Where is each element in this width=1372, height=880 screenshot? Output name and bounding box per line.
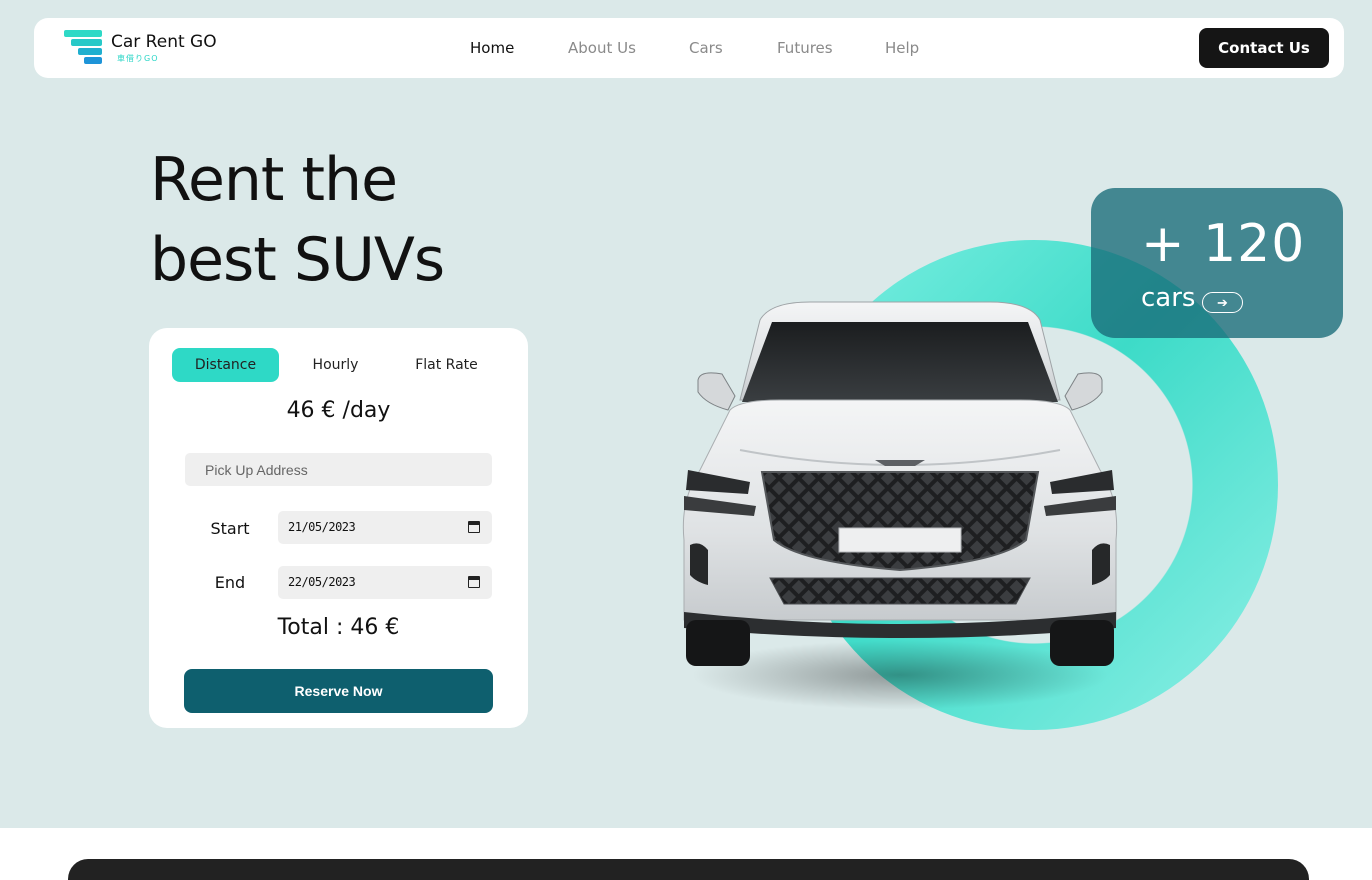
hero-title-line-2: best SUVs xyxy=(150,225,445,295)
dark-panel xyxy=(68,859,1309,880)
start-date-value: 21/05/2023 xyxy=(288,520,356,534)
tab-hourly[interactable]: Hourly xyxy=(282,348,389,382)
logo-icon xyxy=(64,30,104,68)
nav-home[interactable]: Home xyxy=(470,39,514,57)
nav-about-us[interactable]: About Us xyxy=(568,39,636,57)
arrow-right-icon[interactable]: ➔ xyxy=(1202,292,1243,313)
tab-flat-rate[interactable]: Flat Rate xyxy=(393,348,500,382)
nav-futures[interactable]: Futures xyxy=(777,39,833,57)
navbar: Car Rent GO 車借りGO Home About Us Cars Fut… xyxy=(34,18,1344,78)
reserve-now-button[interactable]: Reserve Now xyxy=(184,669,493,713)
hero-title: Rent the best SUVs xyxy=(150,140,445,300)
nav-cars[interactable]: Cars xyxy=(689,39,723,57)
end-date-value: 22/05/2023 xyxy=(288,575,356,589)
contact-us-button[interactable]: Contact Us xyxy=(1199,28,1329,68)
brand-name: Car Rent GO xyxy=(111,32,217,52)
cars-count-card: + 120 cars ➔ xyxy=(1091,188,1343,338)
calendar-icon[interactable] xyxy=(468,576,480,588)
suv-car-image xyxy=(682,301,1118,666)
daily-price: 46 € /day xyxy=(286,398,391,423)
logo[interactable]: Car Rent GO 車借りGO xyxy=(64,30,224,68)
start-date-input[interactable]: 21/05/2023 xyxy=(278,511,492,544)
tab-distance[interactable]: Distance xyxy=(172,348,279,382)
end-date-input[interactable]: 22/05/2023 xyxy=(278,566,492,599)
cars-count: + 120 xyxy=(1141,214,1306,274)
booking-card: Distance Hourly Flat Rate 46 € /day Star… xyxy=(149,328,528,728)
nav-help[interactable]: Help xyxy=(885,39,919,57)
calendar-icon[interactable] xyxy=(468,521,480,533)
start-label: Start xyxy=(210,519,250,538)
pickup-address-input[interactable] xyxy=(185,453,492,486)
hero-title-line-1: Rent the xyxy=(150,145,398,215)
brand-tagline: 車借りGO xyxy=(117,54,159,63)
cars-label: cars xyxy=(1141,283,1196,313)
total-price: Total : 46 € xyxy=(277,615,400,640)
end-label: End xyxy=(214,573,246,592)
